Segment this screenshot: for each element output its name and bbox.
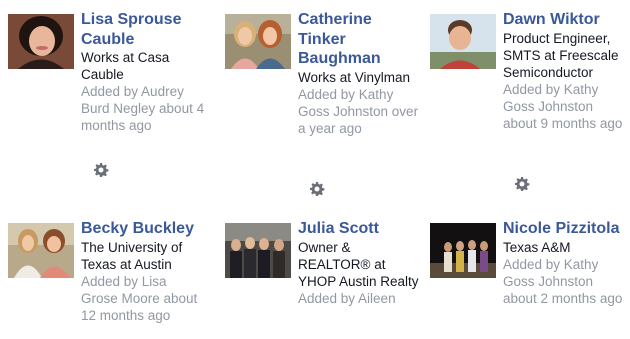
person-added-by: Added by Kathy Goss Johnston over a year… — [298, 86, 419, 136]
person-work: Texas A&M — [503, 239, 571, 255]
gear-icon[interactable] — [514, 176, 530, 192]
person-name-link[interactable]: Nicole Pizzitola — [503, 219, 627, 239]
person-work: Works at Casa Cauble — [81, 50, 170, 82]
person-name-link[interactable]: Becky Buckley — [81, 219, 205, 239]
person-added-by: Added by Kathy Goss Johnston about 2 mon… — [503, 256, 623, 306]
profile-photo[interactable] — [8, 223, 74, 278]
person-work: The University of Texas at Austin — [81, 239, 183, 272]
gear-icon[interactable] — [309, 181, 325, 197]
person-added-by: Added by Audrey Burd Negley about 4 mont… — [81, 84, 205, 133]
person-name-link[interactable]: Catherine Tinker Baughman — [298, 10, 422, 69]
person-name-link[interactable]: Dawn Wiktor — [503, 10, 627, 30]
person-work: Product Engineer, SMTS at Freescale Semi… — [503, 30, 619, 80]
gear-icon[interactable] — [93, 162, 109, 178]
profile-photo[interactable] — [225, 223, 291, 278]
person-added-by: Added by Kathy Goss Johnston about 9 mon… — [503, 81, 623, 131]
profile-photo[interactable] — [430, 223, 496, 278]
person-work: Owner & REALTOR® at YHOP Austin Realty — [298, 239, 419, 289]
profile-photo[interactable] — [430, 14, 496, 69]
person-name-link[interactable]: Lisa Sprouse Cauble — [81, 10, 205, 49]
person-added-by: Added by Aileen — [298, 290, 396, 306]
profile-photo[interactable] — [225, 14, 291, 69]
person-work: Works at Vinylman — [298, 69, 411, 85]
person-added-by: Added by Lisa Grose Moore about 12 month… — [81, 273, 198, 323]
profile-photo[interactable] — [8, 14, 74, 69]
person-name-link[interactable]: Julia Scott — [298, 219, 422, 239]
people-grid: Lisa Sprouse Cauble Works at Casa Cauble… — [0, 0, 630, 339]
